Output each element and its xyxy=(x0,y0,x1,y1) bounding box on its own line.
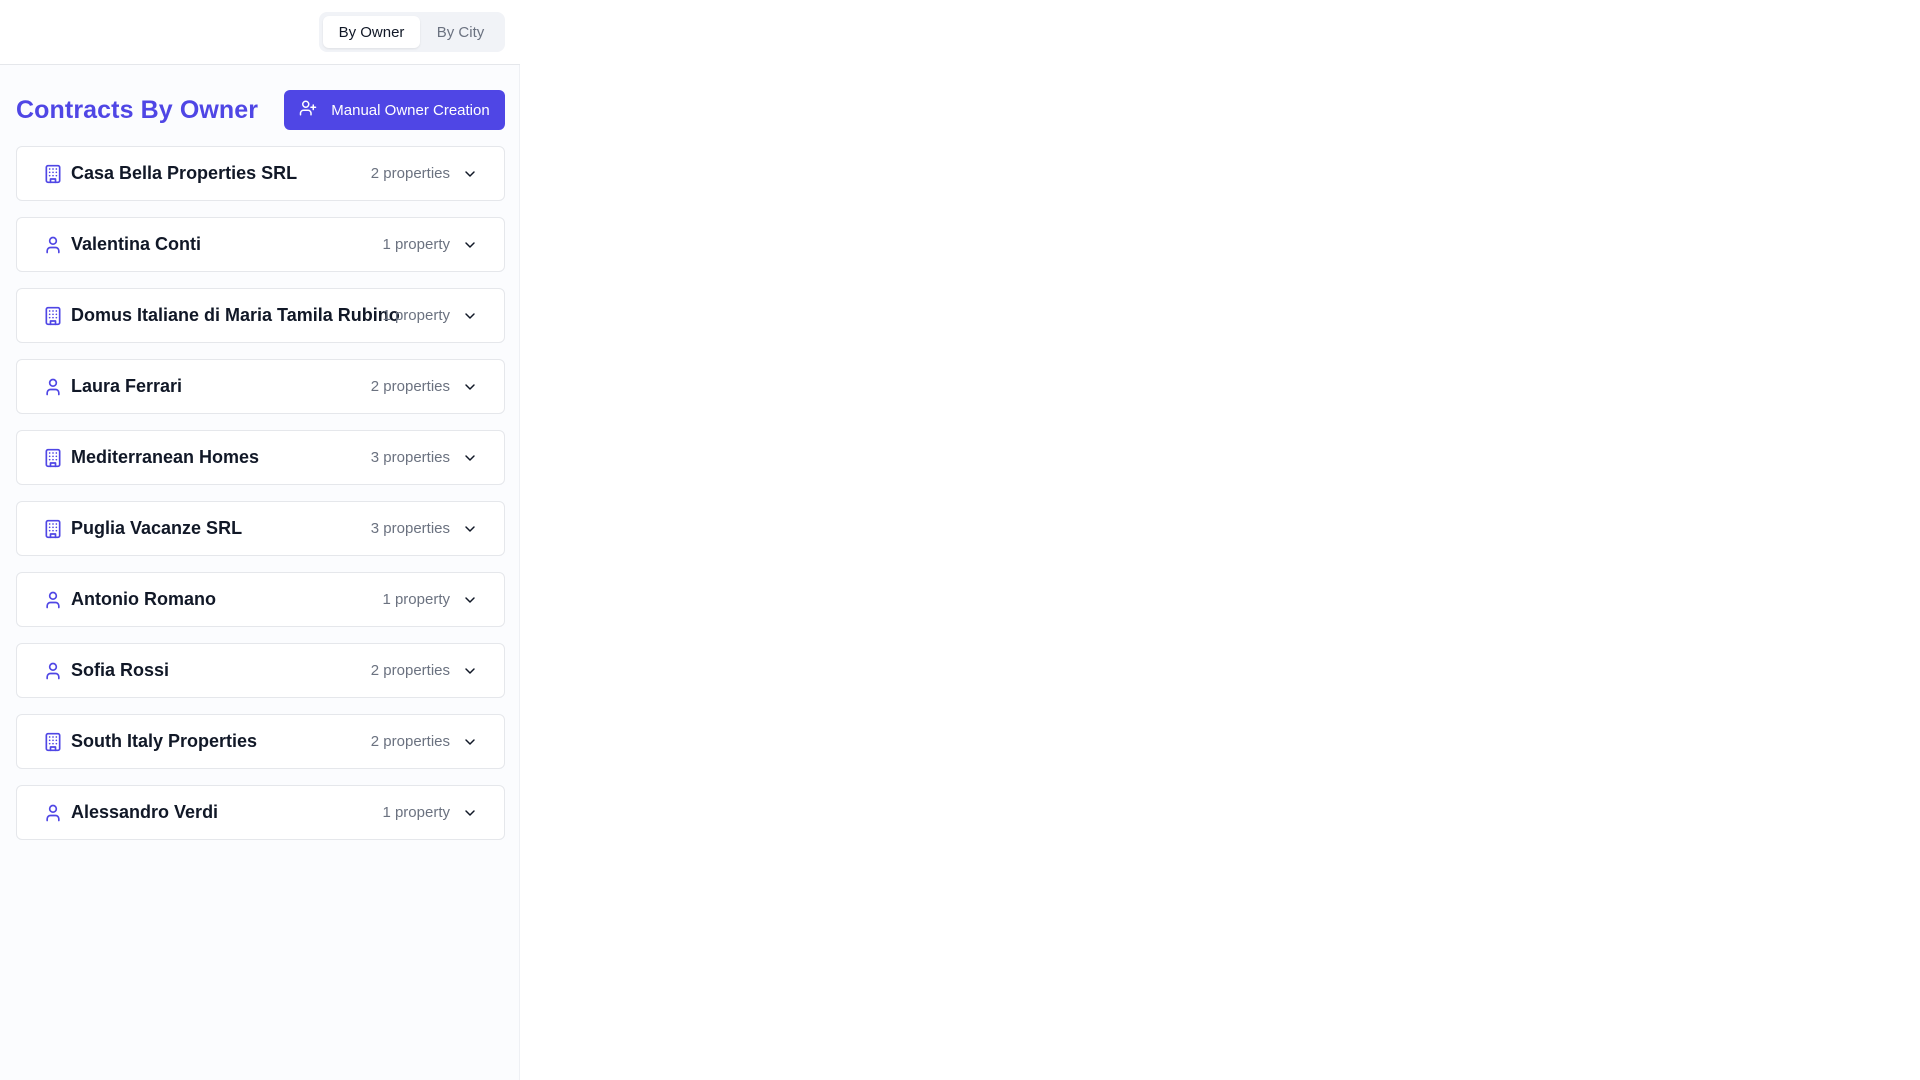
owner-list: Casa Bella Properties SRL 2 properties Va… xyxy=(16,146,505,856)
building-icon xyxy=(43,519,63,539)
building-icon xyxy=(43,448,63,468)
user-icon xyxy=(43,803,63,823)
toggle-by-owner[interactable]: By Owner xyxy=(323,16,420,48)
owner-card[interactable]: Puglia Vacanze SRL 3 properties xyxy=(16,501,505,556)
page-title: Contracts By Owner xyxy=(16,95,259,124)
user-plus-icon xyxy=(299,99,317,121)
building-icon xyxy=(43,164,63,184)
chevron-down-icon[interactable] xyxy=(462,805,478,821)
property-count: 1 property xyxy=(382,307,450,324)
user-icon xyxy=(43,661,63,681)
owner-card[interactable]: Domus Italiane di Maria Tamila Rubino 1 p… xyxy=(16,288,505,343)
property-count: 2 properties xyxy=(370,662,450,679)
owner-card[interactable]: Antonio Romano 1 property xyxy=(16,572,505,627)
owner-card[interactable]: Valentina Conti 1 property xyxy=(16,217,505,272)
owner-card[interactable]: Casa Bella Properties SRL 2 properties xyxy=(16,146,505,201)
building-icon xyxy=(43,732,63,752)
chevron-down-icon[interactable] xyxy=(462,166,478,182)
top-bar: By Owner By City xyxy=(0,0,520,65)
user-icon xyxy=(43,590,63,610)
property-count: 2 properties xyxy=(370,733,450,750)
page-header: Contracts By Owner Manual Owner Creation xyxy=(16,89,505,131)
chevron-down-icon[interactable] xyxy=(462,308,478,324)
property-count: 2 properties xyxy=(370,165,450,182)
owners-panel: By Owner By City Contracts By Owner Manu… xyxy=(0,0,520,1080)
property-count: 1 property xyxy=(382,804,450,821)
chevron-down-icon[interactable] xyxy=(462,237,478,253)
owner-card[interactable]: Laura Ferrari 2 properties xyxy=(16,359,505,414)
owner-card[interactable]: South Italy Properties 2 properties xyxy=(16,714,505,769)
property-count: 3 properties xyxy=(370,520,450,537)
property-count: 3 properties xyxy=(370,449,450,466)
property-count: 2 properties xyxy=(370,378,450,395)
owner-card[interactable]: Sofia Rossi 2 properties xyxy=(16,643,505,698)
user-icon xyxy=(43,377,63,397)
building-icon xyxy=(43,306,63,326)
chevron-down-icon[interactable] xyxy=(462,592,478,608)
chevron-down-icon[interactable] xyxy=(462,450,478,466)
owner-card[interactable]: Alessandro Verdi 1 property xyxy=(16,785,505,840)
manual-owner-creation-label: Manual Owner Creation xyxy=(331,101,490,119)
owner-card[interactable]: Mediterranean Homes 3 properties xyxy=(16,430,505,485)
toggle-by-city[interactable]: By City xyxy=(420,16,501,48)
chevron-down-icon[interactable] xyxy=(462,379,478,395)
property-count: 1 property xyxy=(382,236,450,253)
chevron-down-icon[interactable] xyxy=(462,521,478,537)
chevron-down-icon[interactable] xyxy=(462,734,478,750)
user-icon xyxy=(43,235,63,255)
view-toggle: By Owner By City xyxy=(319,12,505,52)
property-count: 1 property xyxy=(382,591,450,608)
chevron-down-icon[interactable] xyxy=(462,663,478,679)
manual-owner-creation-button[interactable]: Manual Owner Creation xyxy=(284,90,505,130)
